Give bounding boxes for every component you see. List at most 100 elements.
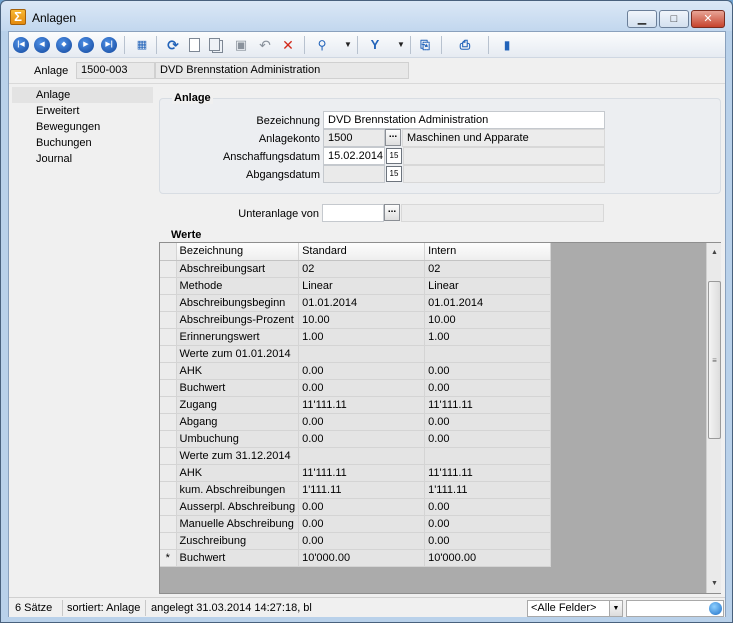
undo-icon[interactable]: ↶ — [257, 37, 273, 53]
cell-bezeichnung[interactable]: Ausserpl. Abschreibung — [176, 498, 300, 516]
cell-standard[interactable]: 0.00 — [298, 430, 426, 448]
cell-intern[interactable]: 1'111.11 — [424, 481, 552, 499]
unteranlage-input[interactable] — [322, 204, 384, 222]
cell-intern[interactable]: Linear — [424, 277, 552, 295]
cell-bezeichnung[interactable]: Abschreibungs-Prozent — [176, 311, 300, 329]
cell-standard[interactable]: 01.01.2014 — [298, 294, 426, 312]
cell-intern[interactable]: 0.00 — [424, 498, 552, 516]
cell-bezeichnung[interactable]: Methode — [176, 277, 300, 295]
bezeichnung-input[interactable]: DVD Brennstation Administration — [323, 111, 605, 129]
cell-bezeichnung[interactable]: Werte zum 01.01.2014 — [176, 345, 300, 363]
anschaffungsdatum-calendar-icon[interactable]: 15 — [386, 148, 402, 164]
table-row[interactable]: AHK 11'111.11 11'111.11 — [160, 464, 552, 482]
abgangsdatum-calendar-icon[interactable]: 15 — [386, 166, 402, 182]
cell-standard[interactable]: 11'111.11 — [298, 464, 426, 482]
filter-icon[interactable]: Y — [367, 37, 383, 53]
anlagekonto-lookup-button[interactable]: ... — [385, 129, 401, 146]
scroll-up-icon[interactable]: ▲ — [707, 245, 722, 260]
cell-intern[interactable]: 0.00 — [424, 362, 552, 380]
cell-standard[interactable]: 0.00 — [298, 379, 426, 397]
table-row[interactable]: Zuschreibung 0.00 0.00 — [160, 532, 552, 550]
table-view-icon[interactable]: ▦ — [134, 37, 150, 53]
cell-bezeichnung[interactable]: Buchwert — [176, 379, 300, 397]
cell-standard[interactable]: 0.00 — [298, 362, 426, 380]
werte-scrollbar[interactable]: ▲ ≡ ▼ — [706, 243, 721, 593]
sidebar-item-erweitert[interactable]: Erweitert — [12, 103, 153, 119]
jump-record-icon[interactable]: ◆ — [56, 37, 72, 53]
cell-bezeichnung[interactable]: Manuelle Abschreibung — [176, 515, 300, 533]
last-record-icon[interactable]: ▶| — [101, 37, 117, 53]
cell-bezeichnung[interactable]: Abschreibungsart — [176, 260, 300, 278]
cell-standard[interactable]: 1'111.11 — [298, 481, 426, 499]
table-row[interactable]: AHK 0.00 0.00 — [160, 362, 552, 380]
scroll-thumb[interactable]: ≡ — [708, 281, 721, 439]
cell-intern[interactable]: 1.00 — [424, 328, 552, 346]
table-row[interactable]: Abschreibungsbeginn 01.01.2014 01.01.2014 — [160, 294, 552, 312]
print-icon[interactable]: ⎙ — [457, 37, 473, 53]
cell-standard[interactable]: 0.00 — [298, 413, 426, 431]
cell-standard[interactable]: 02 — [298, 260, 426, 278]
globe-search-icon[interactable] — [709, 602, 722, 615]
sidebar-item-bewegungen[interactable]: Bewegungen — [12, 119, 153, 135]
cell-intern[interactable]: 0.00 — [424, 532, 552, 550]
next-record-icon[interactable]: ▶ — [78, 37, 94, 53]
table-row[interactable]: Manuelle Abschreibung 0.00 0.00 — [160, 515, 552, 533]
unteranlage-lookup-button[interactable]: ... — [384, 204, 400, 221]
table-row[interactable]: Zugang 11'111.11 11'111.11 — [160, 396, 552, 414]
cell-intern[interactable]: 0.00 — [424, 430, 552, 448]
minimize-button[interactable]: ▁ — [627, 10, 657, 28]
anlagekonto-input[interactable]: 1500 — [323, 129, 385, 147]
table-row[interactable]: Erinnerungswert 1.00 1.00 — [160, 328, 552, 346]
table-row[interactable]: Methode Linear Linear — [160, 277, 552, 295]
cell-intern[interactable]: 0.00 — [424, 515, 552, 533]
column-header-standard[interactable]: Standard — [298, 243, 426, 261]
cell-standard[interactable]: 0.00 — [298, 515, 426, 533]
column-header-intern[interactable]: Intern — [424, 243, 552, 261]
cell-standard[interactable]: 11'111.11 — [298, 396, 426, 414]
cell-intern[interactable]: 0.00 — [424, 379, 552, 397]
cell-standard[interactable] — [298, 447, 426, 465]
cell-bezeichnung[interactable]: Umbuchung — [176, 430, 300, 448]
filter-dropdown-icon[interactable]: ▼ — [393, 37, 409, 53]
cell-standard[interactable]: 0.00 — [298, 532, 426, 550]
table-row[interactable]: kum. Abschreibungen 1'111.11 1'111.11 — [160, 481, 552, 499]
anschaffungsdatum-input[interactable]: 15.02.2014 — [323, 147, 385, 165]
cell-standard[interactable]: Linear — [298, 277, 426, 295]
table-row[interactable]: Umbuchung 0.00 0.00 — [160, 430, 552, 448]
new-record-icon[interactable] — [189, 38, 200, 52]
table-row[interactable]: Werte zum 31.12.2014 — [160, 447, 552, 465]
cell-bezeichnung[interactable]: Erinnerungswert — [176, 328, 300, 346]
table-row[interactable]: Abschreibungsart 02 02 — [160, 260, 552, 278]
cell-bezeichnung[interactable]: kum. Abschreibungen — [176, 481, 300, 499]
search-dropdown-icon[interactable]: ▼ — [340, 37, 356, 53]
record-code-field[interactable]: 1500-003 — [76, 62, 155, 79]
table-row[interactable]: Ausserpl. Abschreibung 0.00 0.00 — [160, 498, 552, 516]
cell-intern[interactable]: 10.00 — [424, 311, 552, 329]
cell-bezeichnung[interactable]: Buchwert — [176, 549, 300, 567]
cell-intern[interactable]: 11'111.11 — [424, 464, 552, 482]
table-row[interactable]: Werte zum 01.01.2014 — [160, 345, 552, 363]
cell-bezeichnung[interactable]: Zugang — [176, 396, 300, 414]
cell-bezeichnung[interactable]: AHK — [176, 464, 300, 482]
table-row[interactable]: Buchwert 0.00 0.00 — [160, 379, 552, 397]
cell-standard[interactable]: 0.00 — [298, 498, 426, 516]
scroll-down-icon[interactable]: ▼ — [707, 576, 722, 591]
cell-standard[interactable]: 1.00 — [298, 328, 426, 346]
cell-standard[interactable] — [298, 345, 426, 363]
cell-intern[interactable]: 02 — [424, 260, 552, 278]
table-row[interactable]: Abschreibungs-Prozent 10.00 10.00 — [160, 311, 552, 329]
first-record-icon[interactable]: |◀ — [13, 37, 29, 53]
table-row[interactable]: * Buchwert 10'000.00 10'000.00 — [160, 549, 552, 567]
cell-standard[interactable]: 10.00 — [298, 311, 426, 329]
table-row[interactable]: Abgang 0.00 0.00 — [160, 413, 552, 431]
search-tool-icon[interactable]: ⚲ — [314, 37, 330, 53]
cell-intern[interactable]: 10'000.00 — [424, 549, 552, 567]
cell-intern[interactable] — [424, 447, 552, 465]
book-icon[interactable]: ▮ — [499, 37, 515, 53]
sidebar-item-anlage[interactable]: Anlage — [12, 87, 153, 103]
refresh-icon[interactable]: ⟳ — [165, 37, 181, 53]
cell-bezeichnung[interactable]: AHK — [176, 362, 300, 380]
cell-bezeichnung[interactable]: Werte zum 31.12.2014 — [176, 447, 300, 465]
cell-intern[interactable]: 0.00 — [424, 413, 552, 431]
sidebar-item-journal[interactable]: Journal — [12, 151, 153, 167]
